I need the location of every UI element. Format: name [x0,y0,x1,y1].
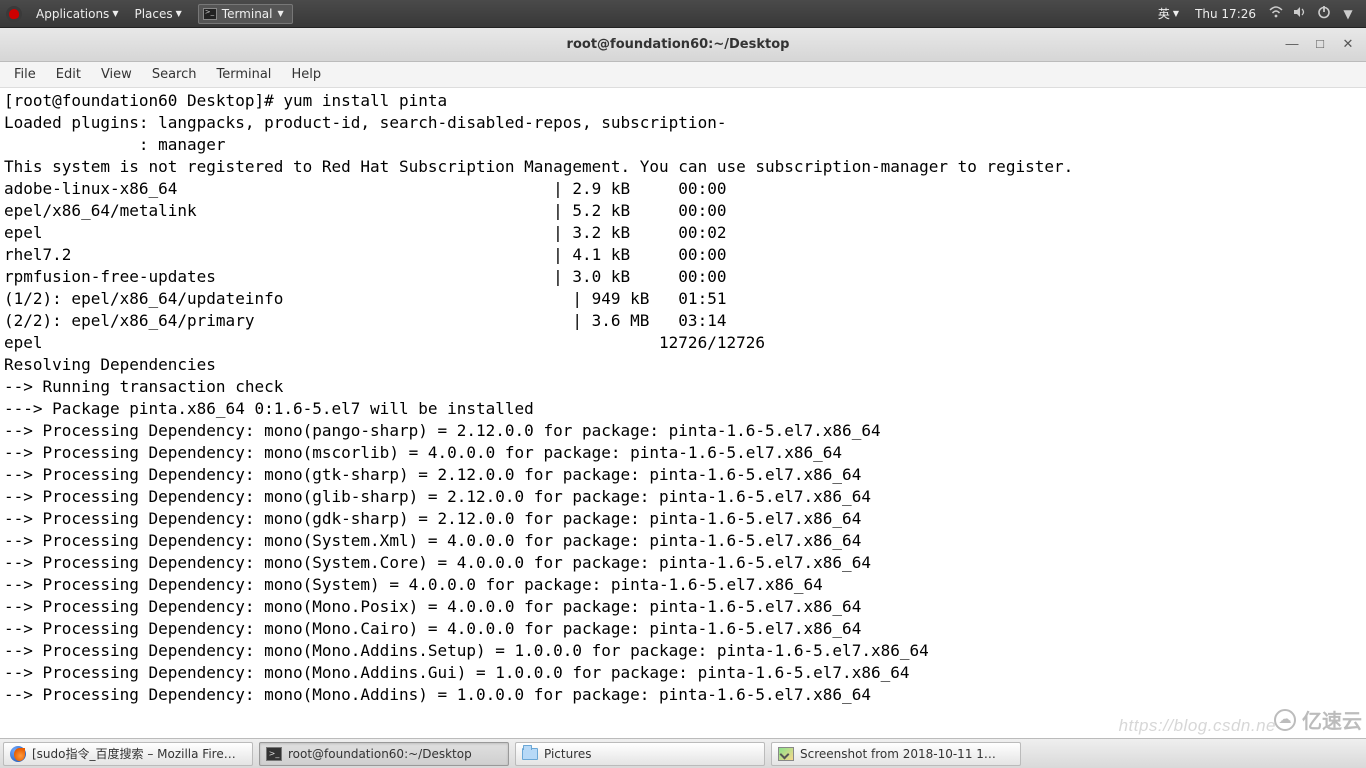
places-label: Places [134,7,172,21]
taskbar-label: [sudo指令_百度搜索 – Mozilla Fire… [32,745,236,762]
minimize-button[interactable]: — [1280,34,1304,56]
window-title: root@foundation60:~/Desktop [80,37,1276,52]
cloud-icon: ☁ [1274,709,1296,731]
chevron-down-icon: ▼ [1173,9,1179,18]
site-watermark: ☁ 亿速云 [1274,705,1362,734]
ime-label: 英 [1158,5,1170,22]
places-menu[interactable]: Places ▼ [126,0,189,28]
image-icon [778,747,794,761]
taskbar-item-screenshot[interactable]: Screenshot from 2018-10-11 1… [771,742,1021,766]
maximize-button[interactable]: □ [1308,34,1332,56]
taskbar-item-terminal[interactable]: >_ root@foundation60:~/Desktop [259,742,509,766]
terminal-icon: >_ [266,747,282,761]
taskbar-label: Screenshot from 2018-10-11 1… [800,747,996,761]
taskbar-label: Pictures [544,747,592,761]
network-icon[interactable] [1266,6,1286,21]
firefox-icon [10,746,26,762]
chevron-down-icon[interactable]: ▼ [1338,7,1358,21]
chevron-down-icon: ▼ [278,9,284,18]
input-method-indicator[interactable]: 英 ▼ [1150,0,1187,28]
chevron-down-icon: ▼ [176,9,182,18]
menu-terminal[interactable]: Terminal [206,62,281,88]
applications-menu[interactable]: Applications ▼ [28,0,126,28]
gnome-bottom-panel: [sudo指令_百度搜索 – Mozilla Fire… >_ root@fou… [0,738,1366,768]
terminal-menubar: File Edit View Search Terminal Help [0,62,1366,88]
terminal-output[interactable]: [root@foundation60 Desktop]# yum install… [0,88,1366,738]
terminal-window: root@foundation60:~/Desktop — □ ✕ File E… [0,28,1366,738]
taskbar-item-pictures[interactable]: Pictures [515,742,765,766]
menu-search[interactable]: Search [142,62,207,88]
folder-icon [522,748,538,760]
taskbar-label: root@foundation60:~/Desktop [288,747,472,761]
active-window-label: Terminal [222,7,273,21]
menu-view[interactable]: View [91,62,142,88]
clock[interactable]: Thu 17:26 [1187,0,1264,28]
applications-label: Applications [36,7,109,21]
close-button[interactable]: ✕ [1336,34,1360,56]
gnome-top-panel: Applications ▼ Places ▼ Terminal ▼ 英 ▼ T… [0,0,1366,28]
menu-file[interactable]: File [4,62,46,88]
menu-help[interactable]: Help [281,62,331,88]
clock-label: Thu 17:26 [1195,7,1256,21]
power-icon[interactable] [1314,5,1334,22]
menu-edit[interactable]: Edit [46,62,91,88]
redhat-logo-icon [6,6,22,22]
blog-watermark: https://blog.csdn.ne [1119,716,1276,736]
volume-icon[interactable] [1290,6,1310,21]
window-titlebar[interactable]: root@foundation60:~/Desktop — □ ✕ [0,28,1366,62]
active-window-indicator[interactable]: Terminal ▼ [198,4,293,24]
taskbar-item-firefox[interactable]: [sudo指令_百度搜索 – Mozilla Fire… [3,742,253,766]
chevron-down-icon: ▼ [112,9,118,18]
terminal-icon [203,8,217,20]
